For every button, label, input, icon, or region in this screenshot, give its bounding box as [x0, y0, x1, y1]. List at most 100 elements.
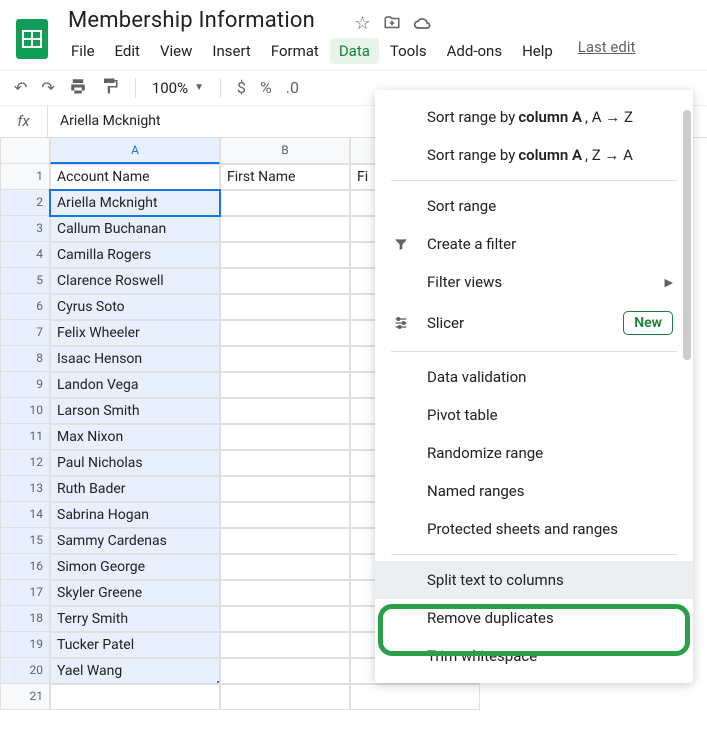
cell[interactable]: Account Name	[50, 164, 220, 190]
cell[interactable]: Isaac Henson	[50, 346, 220, 372]
row-header[interactable]: 3	[0, 216, 50, 242]
menu-create-filter[interactable]: Create a filter	[375, 225, 693, 263]
menu-filter-views[interactable]: Filter views ▶	[375, 263, 693, 301]
menu-tools[interactable]: Tools	[381, 38, 436, 64]
menu-data[interactable]: Data	[330, 38, 379, 64]
star-icon[interactable]: ☆	[354, 13, 370, 34]
cell[interactable]: Tucker Patel	[50, 632, 220, 658]
cell[interactable]: Terry Smith	[50, 606, 220, 632]
move-icon[interactable]	[383, 13, 401, 34]
menu-remove-duplicates[interactable]: Remove duplicates	[375, 599, 693, 637]
row-header[interactable]: 16	[0, 554, 50, 580]
menu-trim-whitespace[interactable]: Trim whitespace	[375, 637, 693, 675]
menu-format[interactable]: Format	[262, 38, 328, 64]
cell[interactable]	[350, 684, 480, 710]
menu-split-text-columns[interactable]: Split text to columns	[375, 561, 693, 599]
row-header[interactable]: 6	[0, 294, 50, 320]
row-header[interactable]: 18	[0, 606, 50, 632]
cell[interactable]	[220, 450, 350, 476]
row-header[interactable]: 15	[0, 528, 50, 554]
menu-view[interactable]: View	[151, 38, 201, 64]
cell[interactable]	[220, 606, 350, 632]
cell[interactable]: Max Nixon	[50, 424, 220, 450]
cell[interactable]: Camilla Rogers	[50, 242, 220, 268]
row-header[interactable]: 4	[0, 242, 50, 268]
cell[interactable]	[220, 632, 350, 658]
cell[interactable]: Paul Nicholas	[50, 450, 220, 476]
row-header[interactable]: 14	[0, 502, 50, 528]
cell[interactable]: Yael Wang	[50, 658, 220, 684]
menu-insert[interactable]: Insert	[203, 38, 259, 64]
cell[interactable]	[220, 294, 350, 320]
row-header[interactable]: 2	[0, 190, 50, 216]
column-header-b[interactable]: B	[220, 138, 350, 164]
menu-sort-za[interactable]: Sort range by column A, Z → A	[375, 136, 693, 174]
cell[interactable]	[220, 424, 350, 450]
cell[interactable]	[220, 398, 350, 424]
cell[interactable]: Callum Buchanan	[50, 216, 220, 242]
row-header[interactable]: 21	[0, 684, 50, 710]
row-header[interactable]: 8	[0, 346, 50, 372]
menu-sort-az[interactable]: Sort range by column A, A → Z	[375, 98, 693, 136]
menu-data-validation[interactable]: Data validation	[375, 358, 693, 396]
cell[interactable]	[220, 346, 350, 372]
cell[interactable]: Sabrina Hogan	[50, 502, 220, 528]
cell[interactable]: Larson Smith	[50, 398, 220, 424]
column-header-a[interactable]: A	[50, 138, 220, 164]
row-header[interactable]: 17	[0, 580, 50, 606]
row-header[interactable]: 20	[0, 658, 50, 684]
row-header[interactable]: 13	[0, 476, 50, 502]
row-header[interactable]: 11	[0, 424, 50, 450]
zoom-select[interactable]: 100%▼	[152, 79, 204, 97]
currency-format-icon[interactable]: $	[237, 78, 246, 97]
cell[interactable]	[220, 528, 350, 554]
row-header[interactable]: 5	[0, 268, 50, 294]
cell[interactable]: Skyler Greene	[50, 580, 220, 606]
menu-file[interactable]: File	[62, 38, 104, 64]
redo-icon[interactable]: ↷	[41, 78, 54, 97]
cell[interactable]	[220, 684, 350, 710]
row-header[interactable]: 19	[0, 632, 50, 658]
menu-sort-range[interactable]: Sort range	[375, 187, 693, 225]
cell[interactable]	[220, 216, 350, 242]
menu-protected-sheets[interactable]: Protected sheets and ranges	[375, 510, 693, 548]
cell-active[interactable]: Ariella Mcknight	[50, 190, 220, 216]
undo-icon[interactable]: ↶	[14, 78, 27, 97]
cell[interactable]	[220, 580, 350, 606]
cell[interactable]: Sammy Cardenas	[50, 528, 220, 554]
row-header[interactable]: 10	[0, 398, 50, 424]
select-all-corner[interactable]	[0, 138, 50, 164]
cell[interactable]	[220, 502, 350, 528]
cell[interactable]	[220, 476, 350, 502]
decimal-format-icon[interactable]: .0	[286, 78, 299, 97]
print-icon[interactable]	[69, 77, 87, 99]
formula-content[interactable]: Ariella Mcknight	[48, 113, 173, 129]
cell[interactable]	[220, 372, 350, 398]
cell[interactable]: Simon George	[50, 554, 220, 580]
last-edit-link[interactable]: Last edit	[578, 38, 636, 64]
cell[interactable]: Clarence Roswell	[50, 268, 220, 294]
row-header[interactable]: 7	[0, 320, 50, 346]
menu-edit[interactable]: Edit	[106, 38, 149, 64]
cloud-status-icon[interactable]	[413, 13, 433, 34]
menu-randomize-range[interactable]: Randomize range	[375, 434, 693, 472]
row-header[interactable]: 12	[0, 450, 50, 476]
cell[interactable]: Cyrus Soto	[50, 294, 220, 320]
cell[interactable]	[220, 658, 350, 684]
cell[interactable]	[220, 242, 350, 268]
row-header[interactable]: 1	[0, 164, 50, 190]
cell[interactable]: First Name	[220, 164, 350, 190]
cell[interactable]	[220, 190, 350, 216]
cell[interactable]	[220, 320, 350, 346]
cell[interactable]	[50, 684, 220, 710]
menu-slicer[interactable]: Slicer New	[375, 301, 693, 345]
menu-named-ranges[interactable]: Named ranges	[375, 472, 693, 510]
document-title[interactable]: Membership Information	[62, 6, 321, 35]
cell[interactable]	[220, 554, 350, 580]
cell[interactable]: Felix Wheeler	[50, 320, 220, 346]
selection-handle[interactable]	[216, 680, 220, 684]
cell[interactable]: Ruth Bader	[50, 476, 220, 502]
cell[interactable]: Landon Vega	[50, 372, 220, 398]
menu-help[interactable]: Help	[513, 38, 562, 64]
percent-format-icon[interactable]: %	[260, 78, 272, 97]
